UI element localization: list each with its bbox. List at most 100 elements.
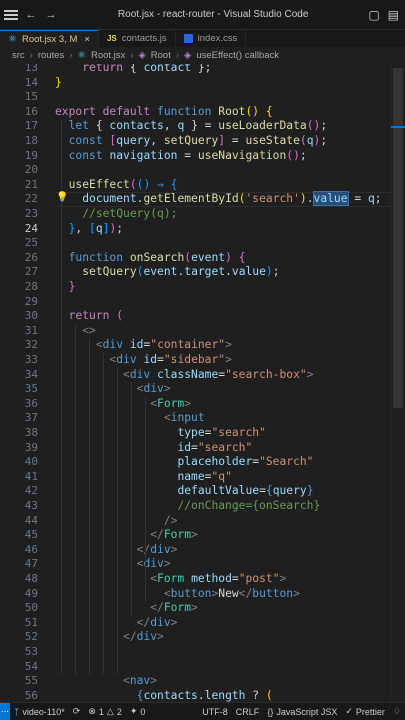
code-line[interactable]: return { contact }; <box>55 64 211 76</box>
code-line[interactable]: const navigation = useNavigation(); <box>55 149 307 164</box>
panel-icon[interactable]: ▤ <box>388 8 399 22</box>
back-arrow-icon[interactable]: ← <box>24 8 38 22</box>
code-token: "search" <box>197 440 253 454</box>
menu-icon[interactable] <box>4 9 18 21</box>
code-token: > <box>184 396 192 410</box>
check-icon: ✓ <box>345 706 353 716</box>
code-line[interactable]: placeholder="Search" <box>55 455 314 470</box>
bell-icon: ♢ <box>392 706 401 716</box>
breadcrumb-item[interactable]: routes <box>38 50 64 61</box>
formatter-label: Prettier <box>355 706 385 717</box>
code-line[interactable]: id="search" <box>55 441 252 456</box>
code-line[interactable]: useEffect(() ⇒ { <box>55 177 178 193</box>
layout-icon[interactable]: ▢ <box>368 8 379 22</box>
code-line[interactable]: }, [q]); <box>55 222 123 237</box>
code-token: className <box>157 367 219 381</box>
code-token: Root <box>218 104 246 118</box>
code-line[interactable]: <div id="container"> <box>55 338 232 353</box>
code-line[interactable]: <nav> <box>55 674 157 689</box>
scrollbar-thumb[interactable] <box>393 68 403 408</box>
code-line[interactable]: </Form> <box>55 528 198 543</box>
code-line[interactable]: defaultValue={query} <box>55 484 313 499</box>
line-number: 36 <box>24 396 38 410</box>
ports-indicator[interactable]: ✦ 0 <box>126 706 150 717</box>
code-token: , <box>163 119 178 133</box>
prettier-indicator[interactable]: ✓ Prettier <box>341 706 389 717</box>
code-token: const <box>68 134 103 147</box>
code-token: ) <box>265 265 273 279</box>
code-token: . <box>197 688 205 702</box>
sync-button[interactable]: ⟳ <box>69 706 85 717</box>
line-number: 16 <box>24 104 38 118</box>
notifications-button[interactable]: ♢ <box>389 706 405 717</box>
code-token: > <box>306 367 314 381</box>
code-line[interactable]: setQuery(event.target.value); <box>55 265 279 280</box>
code-line[interactable]: //onChange={onSearch} <box>55 499 320 514</box>
code-line[interactable]: <input <box>55 411 205 426</box>
forward-arrow-icon[interactable]: → <box>44 8 58 22</box>
code-line[interactable]: return ( <box>55 309 123 324</box>
breadcrumb-item[interactable]: src <box>12 50 25 61</box>
eol-indicator[interactable]: CRLF <box>232 707 264 717</box>
breadcrumb-item[interactable]: useEffect() callback <box>196 50 279 61</box>
code-token: useState <box>245 134 300 147</box>
problems-indicator[interactable]: ⊗ 1 △ 2 <box>84 706 126 717</box>
code-line[interactable]: <div> <box>55 382 171 397</box>
chevron-right-icon: › <box>69 50 73 61</box>
code-line[interactable]: const [query, setQuery] = useState(q); <box>55 134 328 149</box>
code-line[interactable]: //setQuery(q); <box>55 207 177 222</box>
code-line[interactable]: export default function Root() { <box>55 105 273 120</box>
indent-guide <box>103 353 104 675</box>
close-icon[interactable]: × <box>84 34 90 45</box>
line-number: 17 <box>24 119 38 133</box>
code-token: > <box>163 382 171 396</box>
language-mode[interactable]: {} JavaScript JSX <box>263 707 341 717</box>
code-token: export <box>55 104 96 118</box>
code-line[interactable]: <div> <box>55 557 171 572</box>
code-area[interactable]: return { contact };} export default funct… <box>55 64 405 702</box>
code-editor[interactable]: 13 14 15 16 17 18 19 20 21 22 23 24 25 26 27 28 29 30 31 32… <box>0 64 405 702</box>
code-token: = <box>157 353 164 366</box>
breadcrumb-item[interactable]: Root.jsx <box>91 50 125 61</box>
line-number: 48 <box>24 572 38 585</box>
code-line[interactable]: <button>New</button> <box>55 587 300 602</box>
remote-icon[interactable]: ⋯ <box>0 703 10 720</box>
code-line[interactable]: </div> <box>55 630 164 645</box>
code-line[interactable]: name="q" <box>55 470 231 485</box>
encoding-indicator[interactable]: UTF-8 <box>198 707 232 717</box>
code-token: /> <box>163 513 178 527</box>
code-token: useLoaderData <box>218 119 307 133</box>
branch-indicator[interactable]: ᛉ video-110* <box>10 707 69 717</box>
code-token: () <box>245 104 266 118</box>
code-line[interactable]: <div id="sidebar"> <box>55 353 231 368</box>
code-line[interactable]: </Form> <box>55 601 198 616</box>
code-token: setQuery <box>163 134 219 147</box>
tab-root-jsx[interactable]: ⚛ Root.jsx 3, M × <box>0 30 99 47</box>
language-label: JavaScript JSX <box>276 706 338 717</box>
code-token: [ <box>89 221 96 235</box>
code-line[interactable]: document.getElementById('search').value … <box>55 191 382 207</box>
breadcrumb-item[interactable]: Root <box>151 50 171 61</box>
code-line[interactable]: } <box>55 76 62 91</box>
code-line[interactable]: type="search" <box>55 426 265 441</box>
tab-index-css[interactable]: index.css <box>176 30 247 47</box>
line-number: 56 <box>24 688 38 702</box>
code-line[interactable]: function onSearch(event) { <box>55 251 246 266</box>
code-line[interactable]: <div className="search-box"> <box>55 368 314 383</box>
vertical-scrollbar[interactable] <box>390 64 405 702</box>
line-number: 37 <box>24 411 38 425</box>
code-token: id <box>129 338 144 352</box>
code-line[interactable]: } <box>55 280 76 295</box>
code-line[interactable]: let { contacts, q } = useLoaderData(); <box>55 119 328 134</box>
tab-contacts-js[interactable]: JS contacts.js <box>99 30 176 47</box>
code-token: < <box>150 396 158 410</box>
lightbulb-icon[interactable]: 💡 <box>56 192 68 203</box>
code-token: </ <box>136 542 151 556</box>
code-token: div <box>150 615 171 629</box>
code-token: { <box>238 250 246 264</box>
code-token: "Search" <box>259 455 314 469</box>
code-token: ( <box>129 177 137 191</box>
code-line[interactable]: {contacts.length ? ( <box>55 689 273 702</box>
code-token: { <box>265 104 273 118</box>
code-token: contacts <box>109 119 164 133</box>
